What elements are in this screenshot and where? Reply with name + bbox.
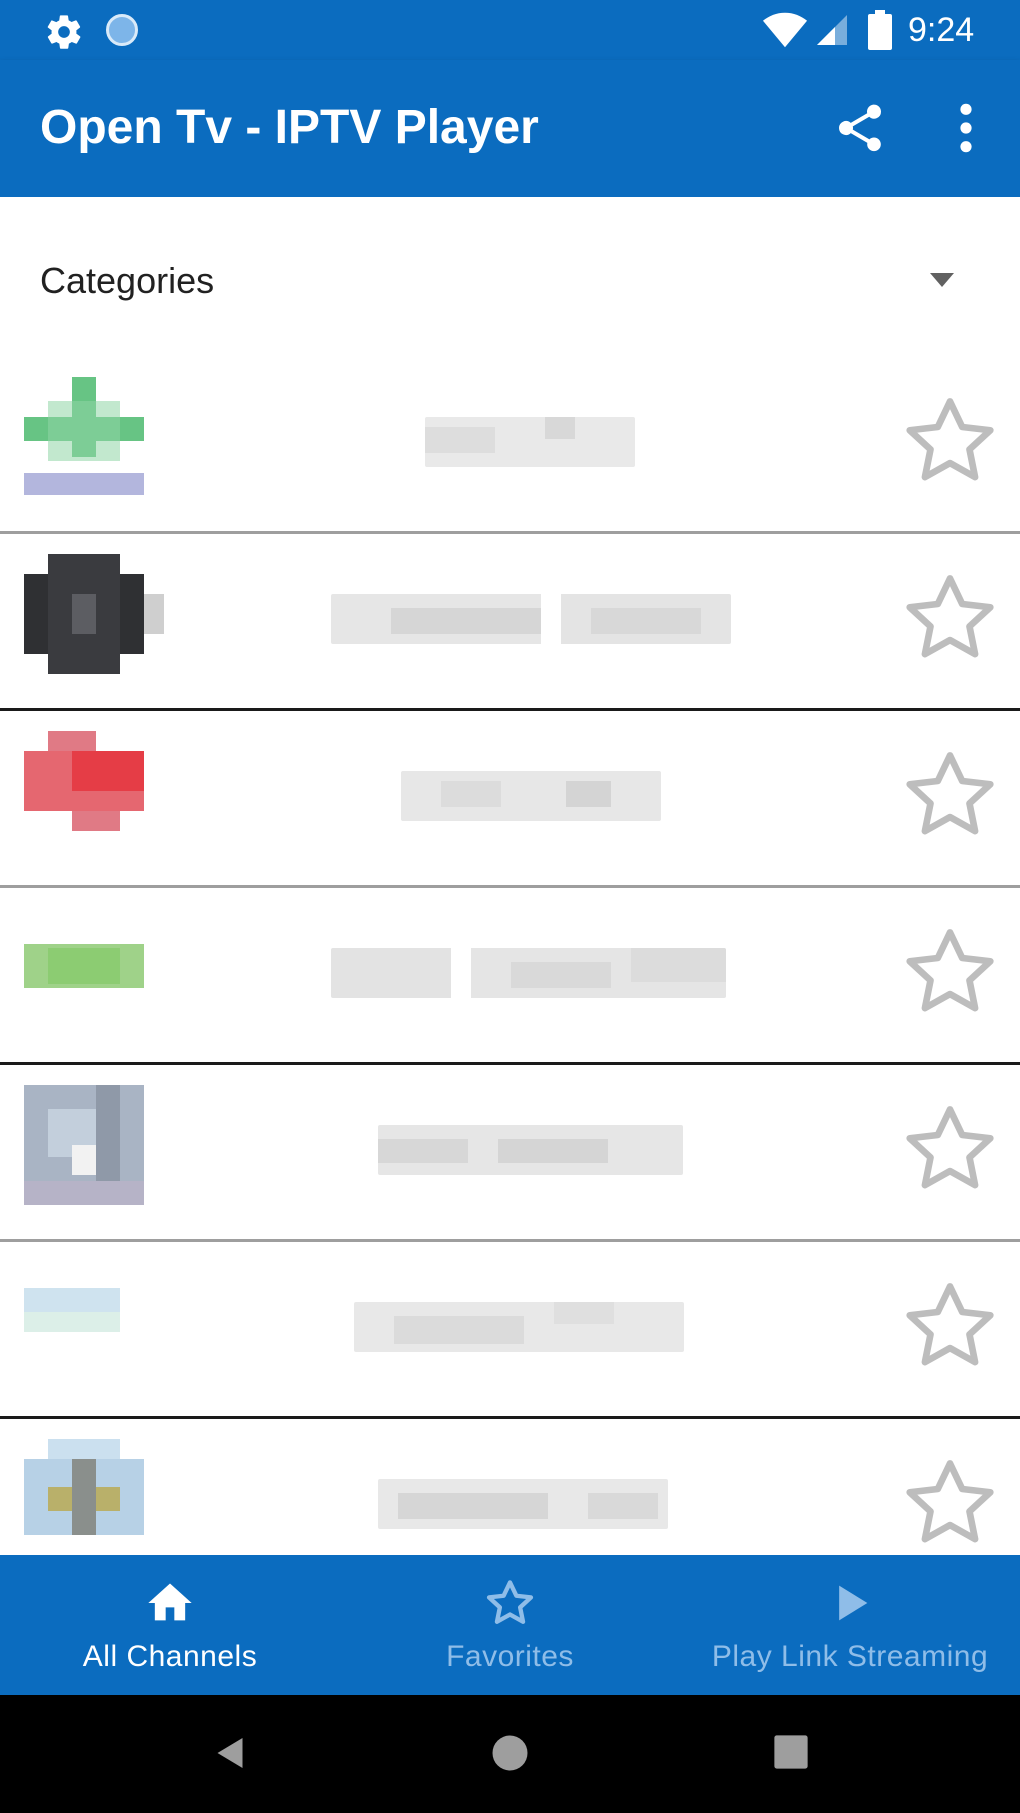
battery-icon <box>868 10 892 50</box>
channel-logo <box>24 908 164 1028</box>
channel-row[interactable] <box>0 534 1020 708</box>
channel-name <box>331 948 726 998</box>
favorite-star-icon[interactable] <box>900 1276 1000 1376</box>
channel-name <box>425 417 635 467</box>
recents-icon[interactable] <box>772 1733 810 1771</box>
channel-row[interactable] <box>0 888 1020 1062</box>
share-icon[interactable] <box>832 100 888 156</box>
nav-play-link-streaming[interactable]: Play Link Streaming <box>680 1555 1020 1695</box>
channel-row[interactable] <box>0 1419 1020 1555</box>
channel-row[interactable] <box>0 1065 1020 1239</box>
dropdown-arrow-icon[interactable] <box>928 271 956 289</box>
channel-logo <box>24 1262 164 1382</box>
home-circle-icon[interactable] <box>490 1733 530 1773</box>
channel-name <box>401 771 661 821</box>
home-icon <box>148 1583 192 1621</box>
channel-row[interactable] <box>0 711 1020 885</box>
channel-name <box>354 1302 684 1352</box>
channel-logo <box>24 1439 164 1555</box>
favorite-star-icon[interactable] <box>900 1099 1000 1199</box>
channel-logo <box>24 1085 164 1205</box>
nav-label-all-channels: All Channels <box>82 1640 258 1673</box>
channel-row[interactable] <box>0 357 1020 531</box>
app-bar: Open Tv - IPTV Player <box>0 60 1020 197</box>
status-time: 9:24 <box>908 11 975 49</box>
favorite-star-icon[interactable] <box>900 1453 1000 1553</box>
favorite-star-icon[interactable] <box>900 922 1000 1022</box>
channel-name <box>378 1479 668 1529</box>
wifi-icon <box>762 12 808 48</box>
categories-dropdown[interactable]: Categories <box>0 197 1020 357</box>
app-title: Open Tv - IPTV Player <box>40 101 539 154</box>
nav-label-favorites: Favorites <box>446 1640 574 1673</box>
nav-label-play-link-streaming: Play Link Streaming <box>711 1640 989 1673</box>
channel-logo <box>24 554 164 674</box>
more-vert-icon[interactable] <box>946 100 986 156</box>
bottom-navigation: All Channels Favorites Play Link Streami… <box>0 1555 1020 1695</box>
channel-name <box>378 1125 683 1175</box>
favorite-star-icon[interactable] <box>900 745 1000 845</box>
favorite-star-icon[interactable] <box>900 568 1000 668</box>
notification-dot-icon <box>106 14 138 46</box>
system-navigation-bar <box>0 1695 1020 1813</box>
categories-label: Categories <box>40 260 215 301</box>
channel-name <box>331 594 731 644</box>
play-icon <box>839 1585 868 1621</box>
favorite-star-icon[interactable] <box>900 391 1000 491</box>
back-icon[interactable] <box>210 1733 250 1773</box>
cell-signal-icon <box>817 15 847 45</box>
channel-row[interactable] <box>0 1242 1020 1416</box>
channel-logo <box>24 377 164 497</box>
settings-gear-icon <box>47 15 81 49</box>
channel-logo <box>24 731 164 851</box>
channel-list[interactable] <box>0 357 1020 1555</box>
nav-favorites[interactable]: Favorites <box>340 1555 680 1695</box>
nav-all-channels[interactable]: All Channels <box>0 1555 340 1695</box>
status-bar: 9:24 <box>0 0 1020 60</box>
star-icon <box>486 1580 534 1624</box>
